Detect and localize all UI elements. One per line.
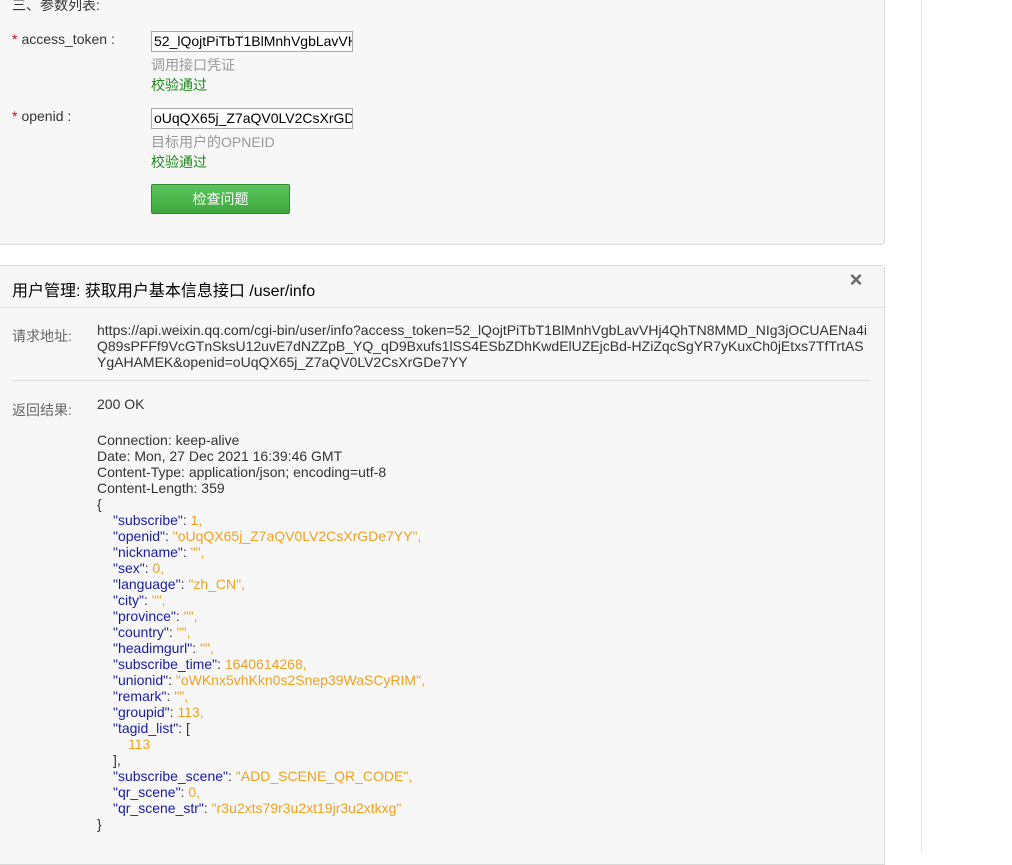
json-field: "subscribe": 1, bbox=[97, 512, 867, 528]
json-colon: : bbox=[175, 608, 184, 624]
openid-label: * openid : bbox=[12, 108, 72, 124]
json-key: "nickname" bbox=[113, 544, 183, 560]
response-body: 200 OK Connection: keep-alive Date: Mon,… bbox=[97, 396, 867, 832]
json-colon: : bbox=[192, 640, 200, 656]
response-header-line: Content-Type: application/json; encoding… bbox=[97, 464, 387, 480]
close-icon[interactable]: × bbox=[845, 269, 867, 291]
openid-hint: 目标用户的OPNEID bbox=[151, 134, 275, 150]
json-close-brace: } bbox=[97, 816, 102, 832]
json-colon: : bbox=[164, 528, 173, 544]
json-colon: : bbox=[203, 800, 212, 816]
json-open-brace: { bbox=[97, 496, 102, 512]
json-value: "zh_CN", bbox=[188, 576, 245, 592]
json-colon: : bbox=[168, 624, 177, 640]
row-divider bbox=[12, 380, 870, 381]
result-panel: 用户管理: 获取用户基本信息接口 /user/info × 请求地址: http… bbox=[0, 265, 885, 865]
openid-input[interactable]: oUqQX65j_Z7aQV0LV2CsXrGDe7YY bbox=[151, 108, 353, 129]
json-colon: : bbox=[168, 672, 176, 688]
json-key: "country" bbox=[113, 624, 169, 640]
section-heading: 三、参数列表: bbox=[12, 0, 100, 13]
result-title: 用户管理: 获取用户基本信息接口 /user/info bbox=[12, 283, 316, 300]
request-url-label: 请求地址: bbox=[12, 328, 72, 344]
access-token-input[interactable]: 52_lQojtPiTbT1BlMnhVgbLavVHj4QhTN8MMD_NI… bbox=[151, 31, 353, 52]
json-key: "language" bbox=[113, 576, 181, 592]
response-header-line: Content-Length: 359 bbox=[97, 480, 225, 496]
json-field: "unionid": "oWKnx5vhKkn0s2Snep39WaSCyRIM… bbox=[97, 672, 867, 688]
json-colon: : bbox=[228, 768, 236, 784]
json-key: "subscribe_scene" bbox=[113, 768, 229, 784]
json-key: "qr_scene_str" bbox=[113, 800, 204, 816]
access-token-status: 校验通过 bbox=[151, 77, 207, 93]
openid-status: 校验通过 bbox=[151, 154, 207, 170]
json-value: "oWKnx5vhKkn0s2Snep39WaSCyRIM", bbox=[175, 672, 425, 688]
json-colon: : bbox=[217, 656, 225, 672]
json-field: "province": "", bbox=[97, 608, 867, 624]
json-bracket: [ bbox=[185, 720, 190, 736]
json-key: "remark" bbox=[113, 688, 167, 704]
response-status: 200 OK bbox=[97, 396, 145, 412]
json-key: "city" bbox=[113, 592, 144, 608]
json-value: 113, bbox=[177, 704, 204, 720]
json-key: "subscribe_time" bbox=[113, 656, 218, 672]
params-panel: 三、参数列表: * access_token : 52_lQojtPiTbT1Bl… bbox=[0, 0, 885, 245]
json-field: "openid": "oUqQX65j_Z7aQV0LV2CsXrGDe7YY"… bbox=[97, 528, 867, 544]
json-key: "qr_scene" bbox=[113, 784, 181, 800]
json-value: "", bbox=[151, 592, 166, 608]
json-value: 0, bbox=[152, 560, 165, 576]
json-field: "qr_scene_str": "r3u2xts79r3u2xt19jr3u2x… bbox=[97, 800, 867, 816]
json-colon: : bbox=[182, 512, 191, 528]
required-mark: * bbox=[12, 108, 18, 124]
json-colon: : bbox=[143, 592, 152, 608]
response-header-line: Date: Mon, 27 Dec 2021 16:39:46 GMT bbox=[97, 448, 343, 464]
json-value: 0, bbox=[188, 784, 201, 800]
json-value: "oUqQX65j_Z7aQV0LV2CsXrGDe7YY", bbox=[172, 528, 422, 544]
access-token-hint: 调用接口凭证 bbox=[151, 57, 235, 73]
json-key: "tagid_list" bbox=[113, 720, 179, 736]
json-field: "nickname": "", bbox=[97, 544, 867, 560]
result-header: 用户管理: 获取用户基本信息接口 /user/info × bbox=[0, 266, 884, 308]
json-value: "r3u2xts79r3u2xt19jr3u2xtkxg" bbox=[211, 800, 402, 816]
json-colon: : bbox=[178, 720, 186, 736]
json-colon: : bbox=[144, 560, 153, 576]
json-value: "", bbox=[176, 624, 191, 640]
json-value: 1640614268, bbox=[224, 656, 307, 672]
json-key: "groupid" bbox=[113, 704, 170, 720]
json-field: "sex": 0, bbox=[97, 560, 867, 576]
json-key: "unionid" bbox=[113, 672, 169, 688]
json-field: "language": "zh_CN", bbox=[97, 576, 867, 592]
json-key: "openid" bbox=[113, 528, 165, 544]
json-value: 1, bbox=[190, 512, 203, 528]
response-json: { "subscribe": 1, "openid": "oUqQX65j_Z7a… bbox=[97, 496, 867, 832]
json-key: "headimgurl" bbox=[113, 640, 193, 656]
json-value: "", bbox=[199, 640, 214, 656]
json-field: "country": "", bbox=[97, 624, 867, 640]
json-key: "province" bbox=[113, 608, 176, 624]
json-array-item: 113 bbox=[128, 736, 151, 752]
response-label: 返回结果: bbox=[12, 402, 72, 418]
json-field: "remark": "", bbox=[97, 688, 867, 704]
json-field: "qr_scene": 0, bbox=[97, 784, 867, 800]
json-field: "subscribe_time": 1640614268, bbox=[97, 656, 867, 672]
required-mark: * bbox=[12, 31, 18, 47]
json-field: "city": "", bbox=[97, 592, 867, 608]
json-field: "headimgurl": "", bbox=[97, 640, 867, 656]
check-problem-button[interactable]: 检查问题 bbox=[151, 184, 290, 214]
access-token-label: * access_token : bbox=[12, 31, 115, 47]
response-headers: Connection: keep-alive Date: Mon, 27 Dec… bbox=[97, 432, 867, 496]
json-colon: : bbox=[182, 544, 191, 560]
json-bracket: ], bbox=[113, 752, 121, 768]
request-url: https://api.weixin.qq.com/cgi-bin/user/i… bbox=[97, 322, 867, 370]
json-key: "sex" bbox=[113, 560, 145, 576]
response-header-line: Connection: keep-alive bbox=[97, 432, 240, 448]
json-value: "", bbox=[190, 544, 205, 560]
json-value: "ADD_SCENE_QR_CODE", bbox=[235, 768, 413, 784]
json-field: "subscribe_scene": "ADD_SCENE_QR_CODE", bbox=[97, 768, 867, 784]
json-value: "", bbox=[183, 608, 198, 624]
right-divider bbox=[921, 0, 922, 853]
json-value: "", bbox=[174, 688, 189, 704]
json-key: "subscribe" bbox=[113, 512, 183, 528]
json-field: "groupid": 113, bbox=[97, 704, 867, 720]
json-field: "tagid_list": [ bbox=[97, 720, 867, 736]
